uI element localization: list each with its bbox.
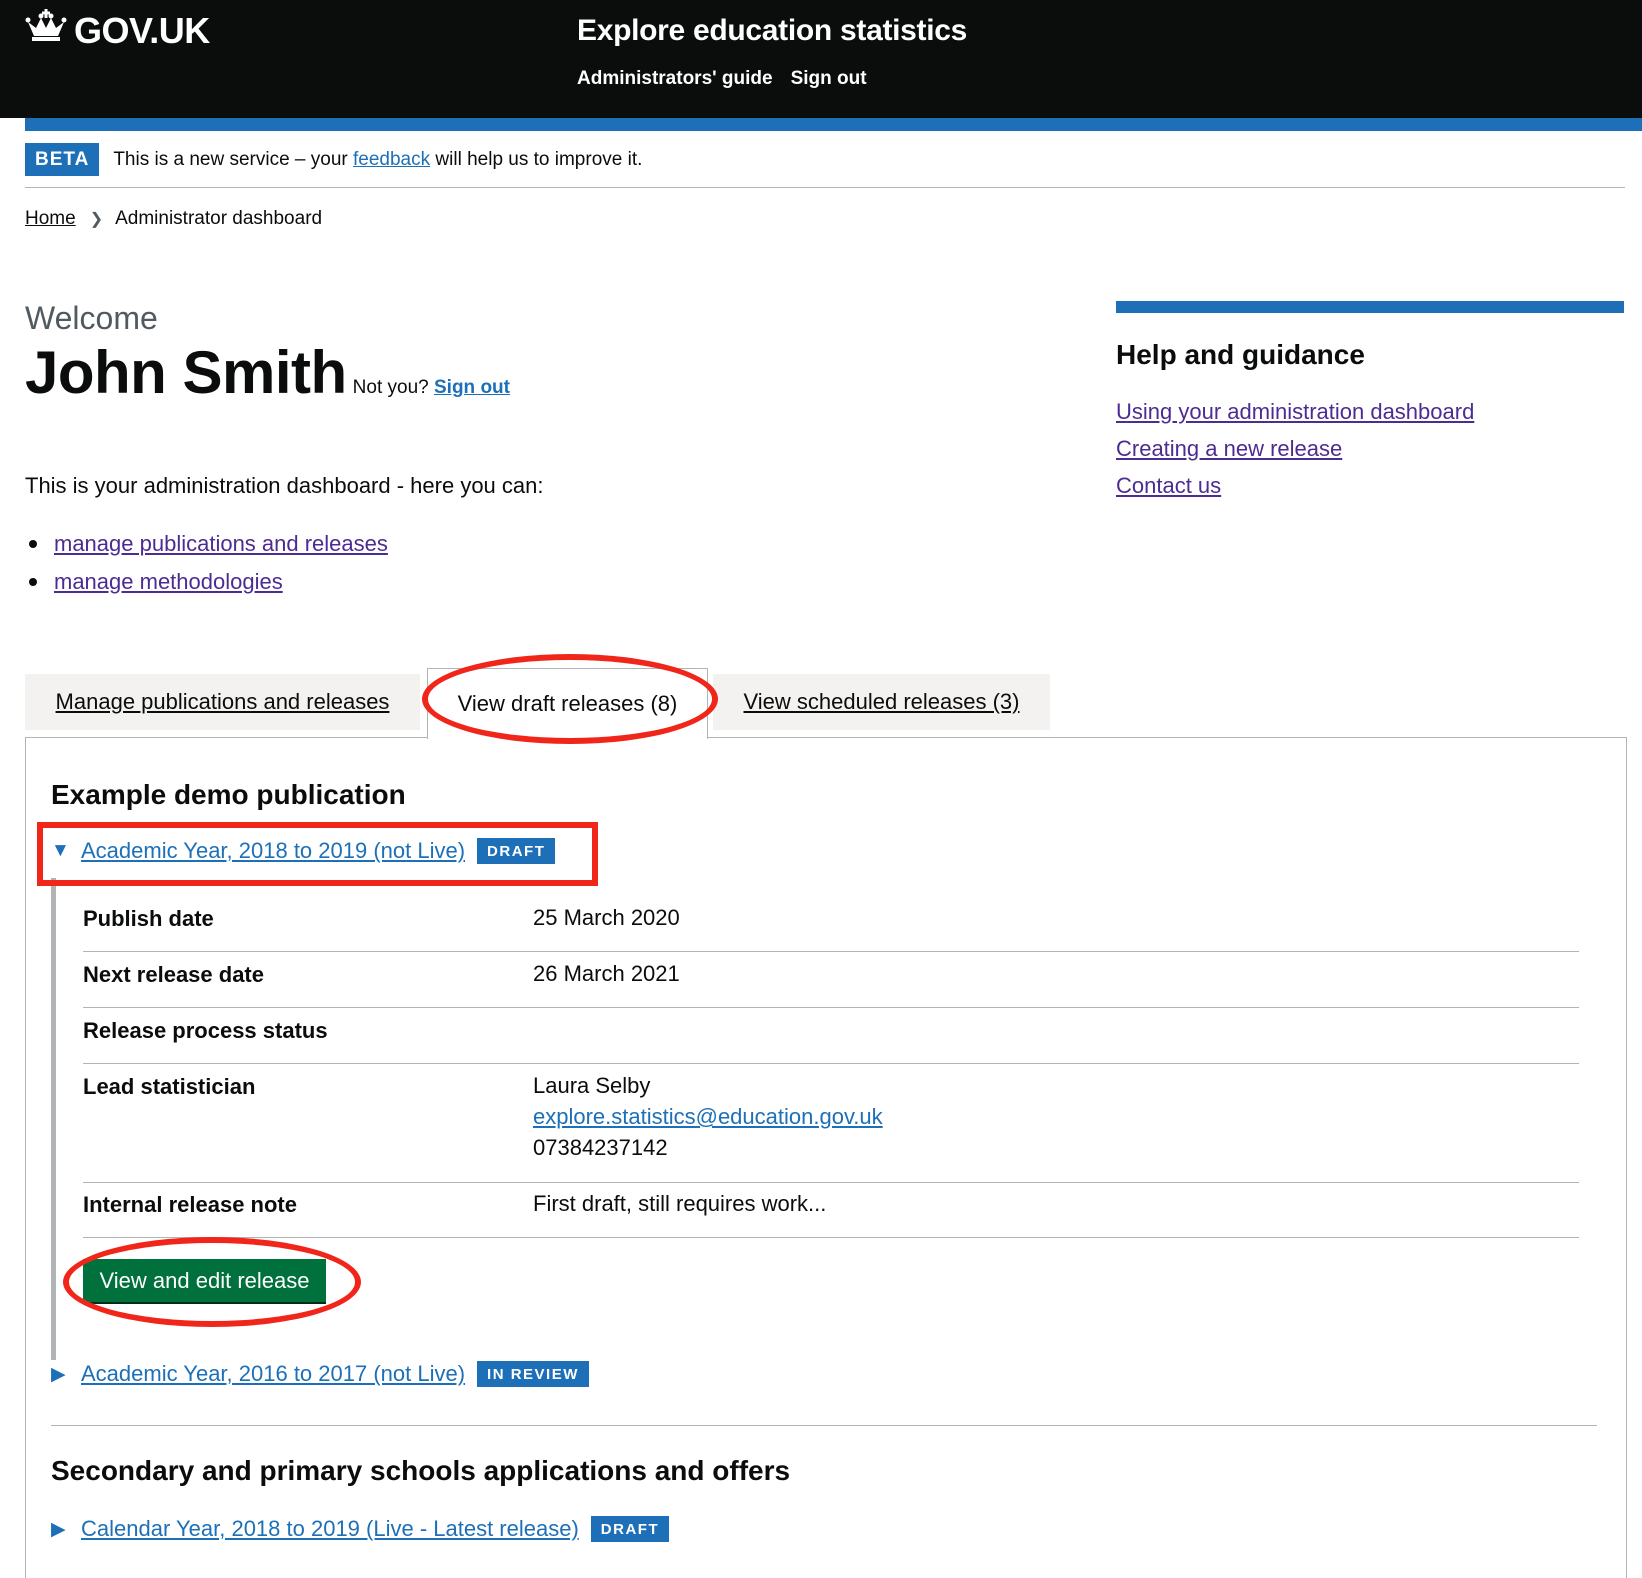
chevron-right-icon: ❯ <box>89 211 104 228</box>
beta-text-after: will help us to improve it. <box>435 148 643 170</box>
crown-icon <box>24 8 74 53</box>
user-name: John Smith <box>25 339 347 406</box>
dashboard-links: manage publications and releases manage … <box>25 525 388 601</box>
help-panel: Help and guidance Using your administrat… <box>1116 301 1624 510</box>
release-link[interactable]: Calendar Year, 2018 to 2019 (Live - Late… <box>81 1516 579 1542</box>
logo-text: GOV.UK <box>74 9 210 51</box>
divider <box>25 187 1625 188</box>
summary-row: Internal release note First draft, still… <box>83 1191 1579 1238</box>
status-badge: DRAFT <box>477 838 556 864</box>
summary-key: Next release date <box>83 962 264 987</box>
service-name[interactable]: Explore education statistics <box>577 14 967 48</box>
sign-out-link[interactable]: Sign out <box>434 377 510 398</box>
beta-text-before: This is a new service – your <box>113 148 348 170</box>
manage-publications-link[interactable]: manage publications and releases <box>54 531 388 557</box>
triangle-down-icon: ▼ <box>51 840 70 861</box>
user-heading: John Smith Not you? Sign out <box>25 338 510 407</box>
release-toggle[interactable]: ▶ Academic Year, 2016 to 2017 (not Live)… <box>51 1361 589 1387</box>
admin-guide-link[interactable]: Administrators' guide <box>577 68 773 90</box>
feedback-link[interactable]: feedback <box>353 149 430 170</box>
details-border <box>51 878 56 1360</box>
summary-row: Publish date 25 March 2020 <box>83 905 1579 952</box>
welcome-caption: Welcome <box>25 300 158 336</box>
summary-key: Publish date <box>83 906 214 931</box>
status-badge: DRAFT <box>590 1516 670 1542</box>
summary-row: Release process status <box>83 1018 1579 1064</box>
beta-text: This is a new service – your feedback wi… <box>113 149 642 171</box>
tab-manage-publications[interactable]: Manage publications and releases <box>25 674 420 730</box>
breadcrumb: Home ❯ Administrator dashboard <box>25 208 322 230</box>
header-stripe <box>25 118 1642 131</box>
summary-value: 25 March 2020 <box>533 905 680 930</box>
summary-key: Lead statistician <box>83 1074 256 1099</box>
not-you: Not you? Sign out <box>353 377 510 399</box>
dashboard-intro: This is your administration dashboard - … <box>25 473 544 498</box>
publication-title: Example demo publication <box>51 779 406 810</box>
tab-label[interactable]: View scheduled releases (3) <box>744 689 1020 715</box>
list-item: manage methodologies <box>25 563 388 601</box>
bullet-icon <box>29 540 37 548</box>
release-link[interactable]: Academic Year, 2016 to 2017 (not Live) <box>81 1361 465 1387</box>
help-link-contact[interactable]: Contact us <box>1116 473 1221 498</box>
help-links: Using your administration dashboard Crea… <box>1116 399 1624 510</box>
status-badge: IN REVIEW <box>477 1361 589 1387</box>
manage-methodologies-link[interactable]: manage methodologies <box>54 569 283 595</box>
summary-key: Internal release note <box>83 1192 297 1217</box>
header-nav: Administrators' guide Sign out <box>577 68 867 90</box>
release-link[interactable]: Academic Year, 2018 to 2019 (not Live) <box>81 838 465 864</box>
publication-title: Secondary and primary schools applicatio… <box>51 1455 791 1486</box>
triangle-right-icon: ▶ <box>51 1363 66 1385</box>
help-link-new-release[interactable]: Creating a new release <box>1116 436 1342 461</box>
lead-phone: 07384237142 <box>533 1135 668 1160</box>
summary-row: Lead statistician Laura Selby explore.st… <box>83 1073 1579 1183</box>
beta-tag: BETA <box>25 143 100 176</box>
govuk-logo[interactable]: GOV.UK <box>24 8 210 53</box>
phase-banner: BETA This is a new service – your feedba… <box>25 143 642 176</box>
not-you-text: Not you? <box>352 377 429 398</box>
triangle-right-icon: ▶ <box>51 1518 66 1540</box>
summary-value: Laura Selby explore.statistics@education… <box>533 1070 883 1163</box>
tab-label: View draft releases (8) <box>457 691 678 716</box>
header-sign-out-link[interactable]: Sign out <box>791 68 867 90</box>
site-header: GOV.UK Explore education statistics Admi… <box>0 0 1642 131</box>
summary-row: Next release date 26 March 2021 <box>83 961 1579 1008</box>
summary-value: 26 March 2021 <box>533 961 680 986</box>
release-toggle[interactable]: ▶ Calendar Year, 2018 to 2019 (Live - La… <box>51 1516 670 1542</box>
tab-scheduled-releases[interactable]: View scheduled releases (3) <box>713 674 1050 730</box>
release-toggle[interactable]: ▼ Academic Year, 2018 to 2019 (not Live)… <box>51 838 556 864</box>
breadcrumb-home[interactable]: Home <box>25 208 76 230</box>
tab-draft-releases[interactable]: View draft releases (8) <box>427 668 708 739</box>
breadcrumb-current: Administrator dashboard <box>115 208 323 229</box>
summary-key: Release process status <box>83 1018 328 1043</box>
summary-value: First draft, still requires work... <box>533 1191 827 1216</box>
help-title: Help and guidance <box>1116 339 1365 370</box>
bullet-icon <box>29 578 37 586</box>
lead-email-link[interactable]: explore.statistics@education.gov.uk <box>533 1104 883 1129</box>
list-item: manage publications and releases <box>25 525 388 563</box>
tab-label[interactable]: Manage publications and releases <box>56 689 390 715</box>
view-edit-release-button[interactable]: View and edit release <box>83 1259 326 1302</box>
help-link-dashboard[interactable]: Using your administration dashboard <box>1116 399 1474 424</box>
lead-name: Laura Selby <box>533 1073 651 1098</box>
divider <box>51 1425 1597 1426</box>
